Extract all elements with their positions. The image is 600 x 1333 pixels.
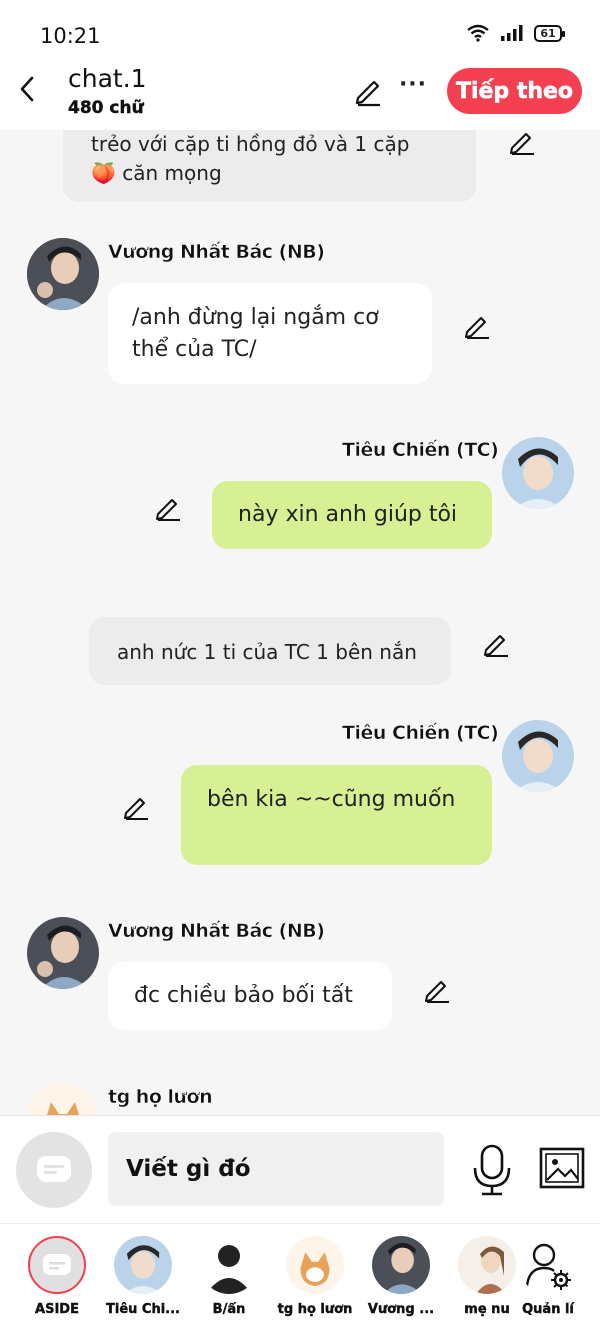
aside-icon xyxy=(28,1236,86,1294)
character-tieu-chien[interactable]: Tiêu Chi... xyxy=(103,1236,183,1317)
back-button[interactable] xyxy=(12,72,42,106)
message-bubble[interactable]: đc chiều bảo bối tất xyxy=(108,962,392,1030)
narration-bubble[interactable]: trẻo với cặp ti hồng đỏ và 1 cặp 🍑 căn m… xyxy=(63,130,476,202)
sender-name: tg họ lươn xyxy=(108,1086,213,1109)
message-bubble[interactable]: này xin anh giúp tôi xyxy=(212,481,492,549)
message-text: bên kia ~~cũng muốn xyxy=(207,787,456,812)
sender-name: Vương Nhất Bác (NB) xyxy=(108,241,325,264)
avatar xyxy=(286,1236,344,1294)
character-label: ASIDE xyxy=(35,1302,79,1317)
chat-bubble-icon xyxy=(37,1156,71,1182)
avatar-tc[interactable] xyxy=(502,437,574,509)
message-bubble[interactable]: /anh đừng lại ngắm cơ thể của TC/ xyxy=(108,283,432,384)
pencil-icon xyxy=(355,80,380,107)
avatar-nb[interactable] xyxy=(27,917,99,989)
avatar-nb[interactable] xyxy=(27,238,99,310)
page-title: chat.1 xyxy=(68,64,147,93)
edit-message-icon[interactable] xyxy=(482,628,512,658)
peach-icon: 🍑 xyxy=(91,161,116,185)
character-bian[interactable]: B/ẩn xyxy=(189,1236,269,1317)
edit-message-icon[interactable] xyxy=(508,130,538,156)
manage-button[interactable]: Quản lí xyxy=(508,1236,588,1317)
message-text: trẻo với cặp ti hồng đỏ và 1 cặp xyxy=(91,132,410,156)
edit-button[interactable] xyxy=(352,74,386,108)
character-label: Tiêu Chi... xyxy=(106,1302,180,1317)
silhouette-avatar xyxy=(200,1236,258,1294)
message-bubble[interactable]: bên kia ~~cũng muốn xyxy=(181,765,492,865)
edit-message-icon[interactable] xyxy=(423,974,453,1004)
avatar xyxy=(372,1236,430,1294)
status-time: 10:21 xyxy=(40,24,101,48)
edit-message-icon[interactable] xyxy=(122,791,152,821)
character-label: Vương ... xyxy=(367,1302,435,1317)
character-bar: ASIDE Tiêu Chi... B/ẩn tg họ lươn Vương … xyxy=(0,1223,600,1333)
message-text: 🍑 căn mọng xyxy=(91,161,222,185)
back-arrow-icon xyxy=(20,76,34,102)
avatar-tc[interactable] xyxy=(502,720,574,792)
edit-message-icon[interactable] xyxy=(463,310,493,340)
more-options-button[interactable]: ··· xyxy=(398,72,428,102)
voice-button[interactable] xyxy=(470,1142,514,1198)
sender-name: Tiêu Chiến (TC) xyxy=(342,439,499,462)
character-tg-ho-luon[interactable]: tg họ lươn xyxy=(275,1236,355,1317)
message-text: đc chiều bảo bối tất xyxy=(134,983,353,1008)
character-vuong[interactable]: Vương ... xyxy=(361,1236,441,1317)
status-icons: 61 xyxy=(466,24,565,42)
image-button[interactable] xyxy=(538,1146,586,1190)
character-aside[interactable]: ASIDE xyxy=(17,1236,97,1317)
next-button[interactable]: Tiếp theo xyxy=(447,68,582,114)
header: chat.1 480 chữ ··· Tiếp theo xyxy=(0,60,600,130)
aside-toggle-button[interactable] xyxy=(16,1132,92,1208)
avatar-tg[interactable] xyxy=(27,1082,99,1115)
status-bar: 10:21 61 xyxy=(0,0,600,60)
sender-name: Vương Nhất Bác (NB) xyxy=(108,920,325,943)
chat-area[interactable]: trẻo với cặp ti hồng đỏ và 1 cặp 🍑 căn m… xyxy=(0,130,600,1115)
avatar xyxy=(114,1236,172,1294)
character-label: B/ẩn xyxy=(212,1302,246,1317)
character-label: tg họ lươn xyxy=(277,1302,353,1317)
sender-name: Tiêu Chiến (TC) xyxy=(342,722,499,745)
word-count: 480 chữ xyxy=(68,98,144,118)
image-icon xyxy=(539,1147,585,1189)
narration-bubble[interactable]: anh nức 1 ti của TC 1 bên nắn xyxy=(89,617,451,685)
edit-message-icon[interactable] xyxy=(154,492,184,522)
input-bar xyxy=(0,1115,600,1223)
microphone-icon xyxy=(473,1144,511,1196)
signal-icon xyxy=(501,25,523,41)
character-label: Quản lí xyxy=(522,1302,574,1317)
message-text: này xin anh giúp tôi xyxy=(238,502,458,527)
wifi-icon xyxy=(467,24,489,42)
message-text: /anh đừng lại ngắm cơ thể của TC/ xyxy=(132,305,379,362)
battery-icon: 61 xyxy=(534,24,565,42)
message-input[interactable] xyxy=(108,1132,444,1206)
message-text: anh nức 1 ti của TC 1 bên nắn xyxy=(117,640,417,664)
user-settings-icon xyxy=(519,1236,577,1294)
